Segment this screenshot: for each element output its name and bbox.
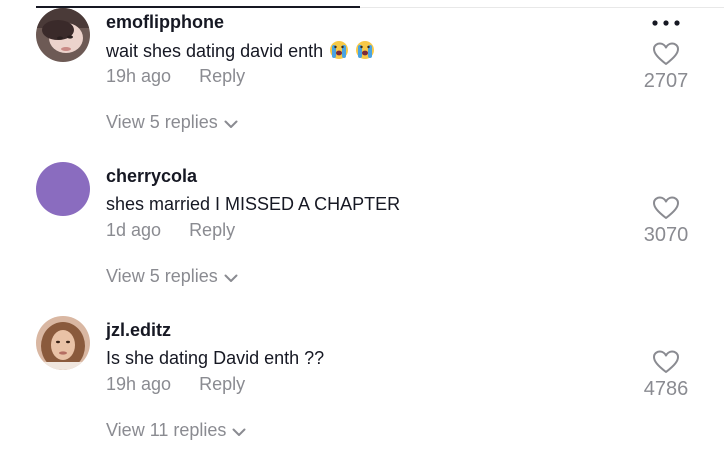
comment-text-body: wait shes dating david enth <box>106 41 324 61</box>
divider <box>360 7 724 8</box>
comment-meta: 19h ago Reply <box>106 374 245 395</box>
reply-button[interactable]: Reply <box>199 66 245 86</box>
chevron-down-icon <box>224 120 238 128</box>
view-replies-button[interactable]: View 5 replies <box>106 266 238 287</box>
like-group: 2707 <box>630 42 702 93</box>
comment-username[interactable]: emoflipphone <box>106 12 224 33</box>
comment-text: Is she dating David enth ?? <box>106 348 324 369</box>
heart-icon[interactable] <box>653 350 679 374</box>
active-tab-indicator <box>36 6 360 8</box>
comment-text-body: shes married I MISSED A CHAPTER <box>106 194 401 214</box>
comment-text: wait shes dating david enth <box>106 40 375 65</box>
like-group: 4786 <box>630 350 702 401</box>
comment-timestamp: 19h ago <box>106 374 172 394</box>
like-count: 2707 <box>643 70 689 92</box>
comment-text-body: Is she dating David enth ?? <box>106 348 325 368</box>
heart-icon[interactable] <box>653 42 679 66</box>
like-count: 3070 <box>643 224 689 246</box>
avatar[interactable] <box>36 8 90 62</box>
avatar[interactable] <box>36 162 90 216</box>
like-group: 3070 <box>630 196 702 247</box>
user-photo-icon <box>36 316 90 370</box>
comment-text: shes married I MISSED A CHAPTER <box>106 194 400 215</box>
chevron-down-icon <box>232 428 246 436</box>
like-count: 4786 <box>643 378 689 400</box>
comment-username[interactable]: jzl.editz <box>106 320 171 341</box>
reply-button[interactable]: Reply <box>199 374 245 394</box>
avatar[interactable] <box>36 316 90 370</box>
crying-face-emoji-icon <box>329 40 349 65</box>
more-options-button[interactable] <box>650 16 682 34</box>
view-replies-label: View 11 replies <box>106 420 227 440</box>
comment-username[interactable]: cherrycola <box>106 166 197 187</box>
comment-timestamp: 19h ago <box>106 66 172 86</box>
chevron-down-icon <box>224 274 238 282</box>
view-replies-button[interactable]: View 5 replies <box>106 112 238 133</box>
comment-meta: 1d ago Reply <box>106 220 235 241</box>
comment-timestamp: 1d ago <box>106 220 162 240</box>
crying-face-emoji-icon <box>355 40 375 65</box>
comments-panel: emoflipphone wait shes dating david enth <box>0 0 724 457</box>
user-photo-icon <box>36 8 90 62</box>
heart-icon[interactable] <box>653 196 679 220</box>
view-replies-button[interactable]: View 11 replies <box>106 420 246 441</box>
view-replies-label: View 5 replies <box>106 112 218 132</box>
reply-button[interactable]: Reply <box>189 220 235 240</box>
view-replies-label: View 5 replies <box>106 266 218 286</box>
more-horizontal-icon <box>652 20 680 26</box>
comment-meta: 19h ago Reply <box>106 66 245 87</box>
